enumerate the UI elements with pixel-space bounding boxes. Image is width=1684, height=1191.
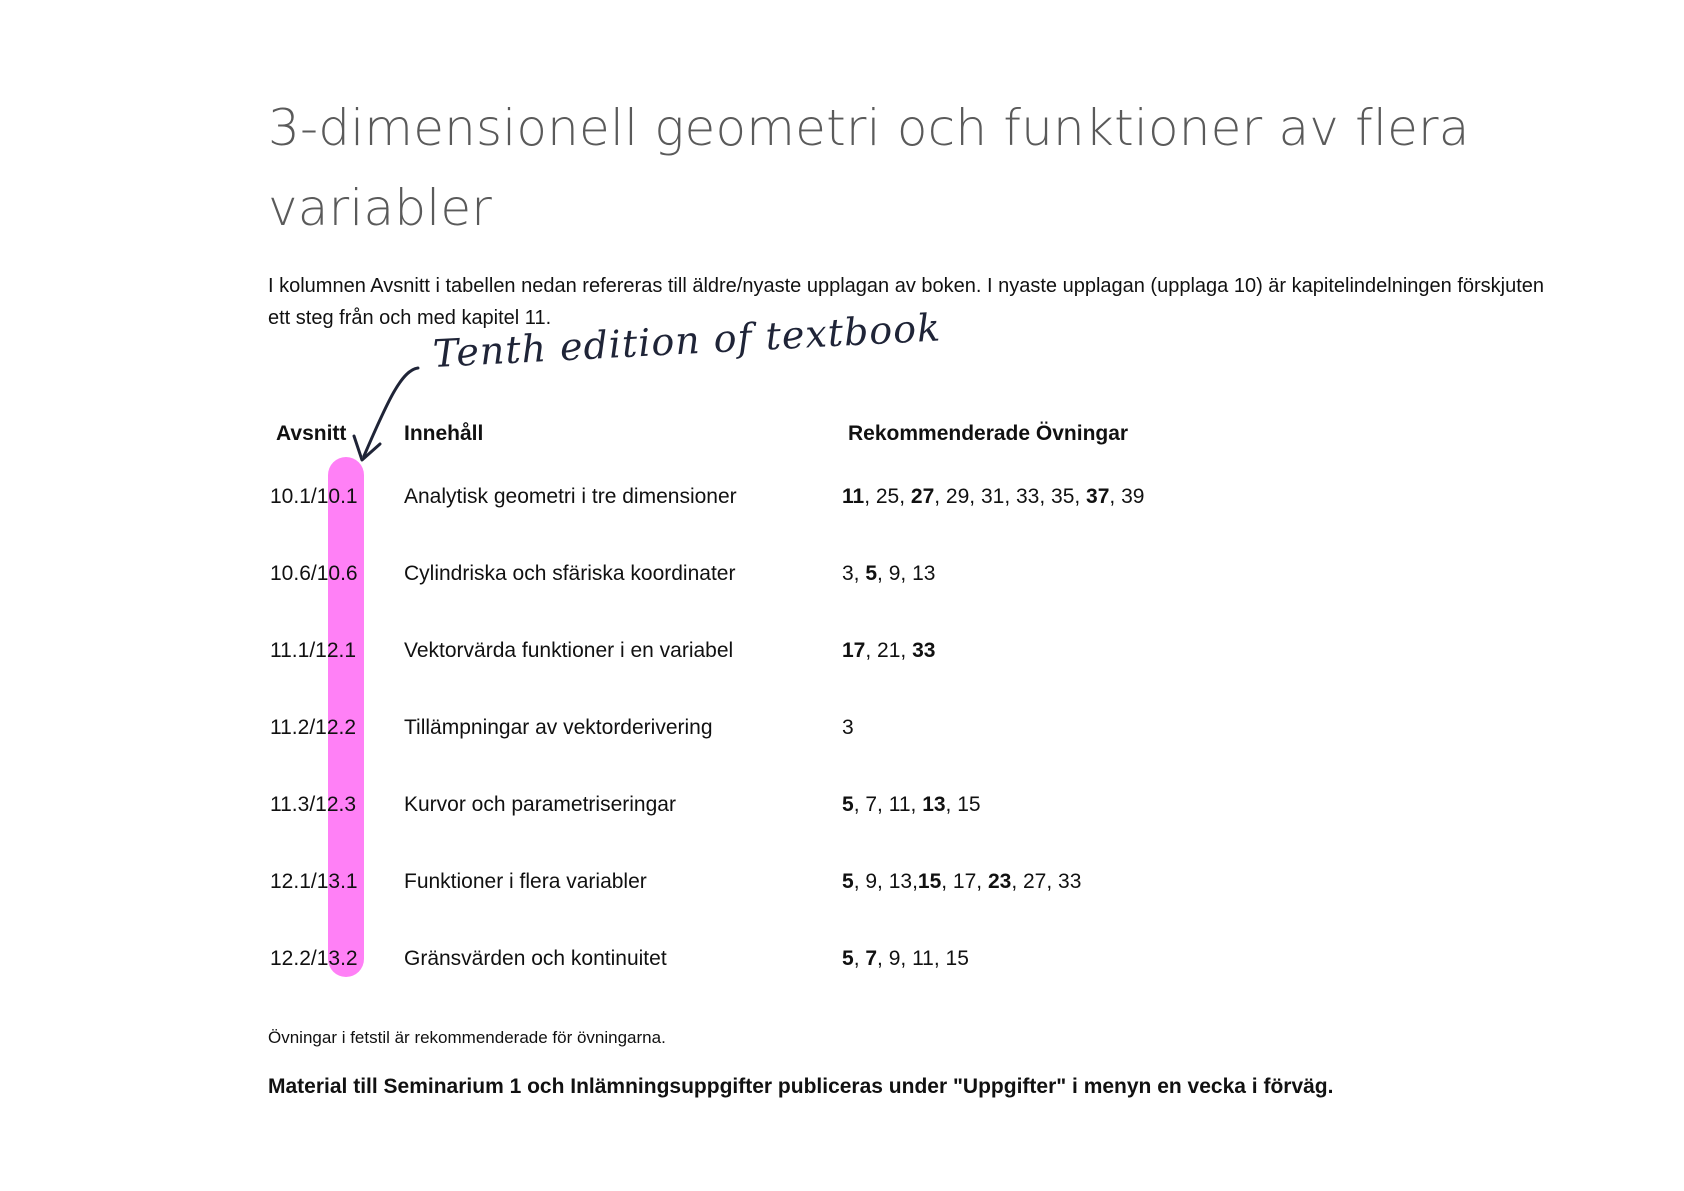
table-row: 10.1/10.1 Analytisk geometri i tre dimen… <box>268 458 1276 535</box>
recommended-exercise: 13 <box>922 792 946 816</box>
exercise-number: , <box>853 946 866 970</box>
recommended-exercise: 15 <box>917 869 942 893</box>
recommended-exercise: 5 <box>865 561 878 585</box>
content-cell: Cylindriska och sfäriska koordinater <box>404 561 736 585</box>
content-cell: Funktioner i flera variabler <box>404 869 647 893</box>
exercise-number: 3 <box>842 715 854 739</box>
header-section: Avsnitt <box>276 422 347 445</box>
recommended-exercise: 5 <box>842 946 854 970</box>
exercises-cell: 11, 25, 27, 29, 31, 33, 35, 37, 39 <box>840 458 1276 535</box>
content-cell: Analytisk geometri i tre dimensioner <box>404 484 737 508</box>
recommended-exercise: 37 <box>1086 484 1110 508</box>
exercise-number: , 21, <box>865 638 913 662</box>
table-row: 11.1/12.1 Vektorvärda funktioner i en va… <box>268 612 1276 689</box>
section-cell: 11.1/12.1 <box>270 638 357 662</box>
section-cell: 11.3/12.3 <box>270 792 357 816</box>
exercises-cell: 5, 7, 9, 11, 15 <box>840 920 1276 997</box>
table-row: 10.6/10.6 Cylindriska och sfäriska koord… <box>268 535 1276 612</box>
footnote: Övningar i fetstil är rekommenderade för… <box>268 1028 666 1047</box>
exercise-number: 3, <box>842 561 866 585</box>
exercise-number: , 27, 33 <box>1011 869 1082 893</box>
recommended-exercise: 23 <box>987 869 1012 893</box>
content-cell: Kurvor och parametriseringar <box>404 792 676 816</box>
exercises-cell: 5, 9, 13,15, 17, 23, 27, 33 <box>840 843 1276 920</box>
recommended-exercise: 27 <box>910 484 935 508</box>
section-cell: 10.6/10.6 <box>270 561 358 585</box>
table-row: 11.2/12.2 Tillämpningar av vektorderiver… <box>268 689 1276 766</box>
content-cell: Tillämpningar av vektorderivering <box>404 715 713 739</box>
section-cell: 10.1/10.1 <box>270 484 358 508</box>
exercises-cell: 5, 7, 11, 13, 15 <box>840 766 1276 843</box>
table-body: 10.1/10.1 Analytisk geometri i tre dimen… <box>268 458 1276 997</box>
header-exercises: Rekommenderade Övningar <box>848 422 1129 445</box>
recommended-exercise: 11 <box>842 484 865 508</box>
exercise-number: , 17, <box>941 869 988 893</box>
recommended-exercise: 5 <box>842 792 854 816</box>
exercises-cell: 17, 21, 33 <box>840 612 1276 689</box>
exercise-number: , 39 <box>1109 484 1145 508</box>
table-header-row: Avsnitt Innehåll Rekommenderade Övningar <box>268 410 1276 458</box>
page-title: 3-dimensionell geometri och funktioner a… <box>268 99 1470 237</box>
section-cell: 12.2/13.2 <box>270 946 358 970</box>
table-row: 11.3/12.3 Kurvor och parametriseringar 5… <box>268 766 1276 843</box>
exercise-number: , 29, 31, 33, 35, <box>934 484 1087 508</box>
recommended-exercise: 7 <box>865 946 878 970</box>
table-row: 12.2/13.2 Gränsvärden och kontinuitet 5,… <box>268 920 1276 997</box>
recommended-exercise: 33 <box>912 638 936 662</box>
exercise-number: , 9, 11, 15 <box>877 946 969 970</box>
table-row: 12.1/13.1 Funktioner i flera variabler 5… <box>268 843 1276 920</box>
section-cell: 12.1/13.1 <box>270 869 358 893</box>
exercise-number: , 15 <box>945 792 981 816</box>
content-cell: Gränsvärden och kontinuitet <box>404 946 667 970</box>
content-cell: Vektorvärda funktioner i en variabel <box>404 638 734 662</box>
exercise-number: , 7, 11, <box>853 792 923 816</box>
recommended-exercise: 5 <box>842 869 854 893</box>
exercise-number: , 9, 13, <box>853 869 918 893</box>
exercise-table: Avsnitt Innehåll Rekommenderade Övningar… <box>268 410 1276 997</box>
header-content: Innehåll <box>404 422 484 445</box>
recommended-exercise: 17 <box>842 638 866 662</box>
exercise-number: , 9, 13 <box>877 561 936 585</box>
section-cell: 11.2/12.2 <box>270 715 357 739</box>
exercises-cell: 3, 5, 9, 13 <box>840 535 1276 612</box>
exercises-cell: 3 <box>840 689 1276 766</box>
exercise-number: , 25, <box>864 484 911 508</box>
seminar-notice: Material till Seminarium 1 och Inlämning… <box>268 1075 1334 1098</box>
